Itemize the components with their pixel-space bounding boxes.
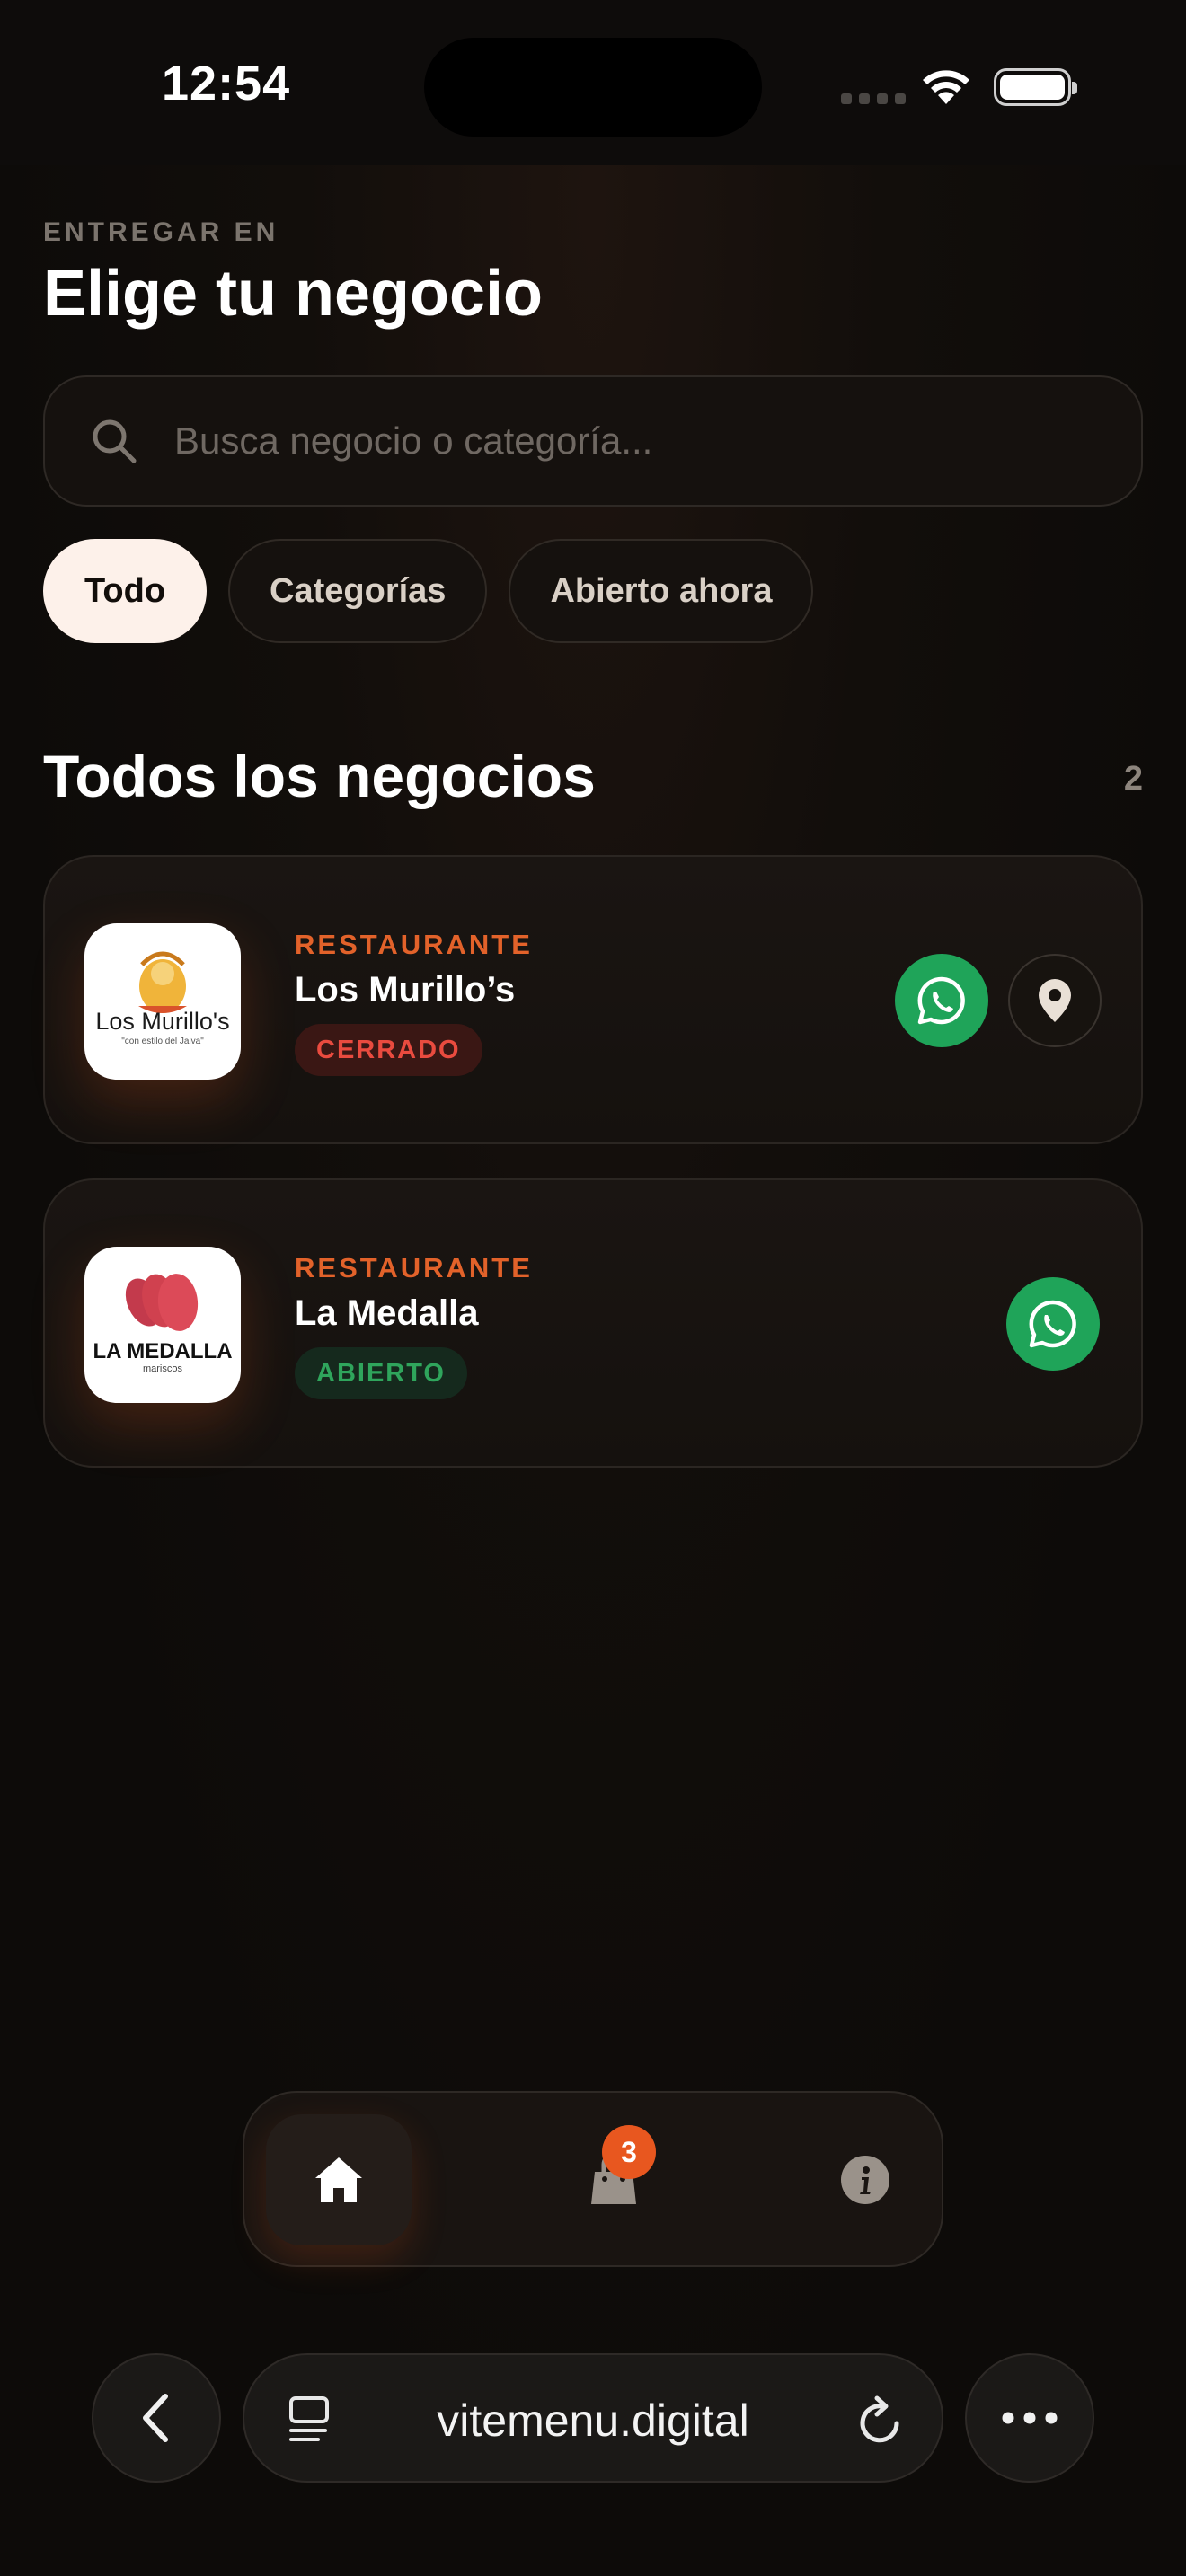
business-card-la-medalla[interactable]: LA MEDALLA mariscos RESTAURANTE La Medal…	[43, 1178, 1143, 1468]
logo-text: LA MEDALLA	[93, 1339, 232, 1363]
page-title: Elige tu negocio	[43, 258, 544, 330]
filter-chip-abierto-ahora[interactable]: Abierto ahora	[509, 539, 814, 643]
business-name: La Medalla	[295, 1293, 479, 1333]
los-murillos-logo-icon: Los Murillo's "con estilo del Jaiva"	[95, 951, 230, 1046]
more-dots-icon	[1002, 2412, 1058, 2424]
section-count: 2	[1123, 760, 1143, 798]
section-title: Todos los negocios	[43, 743, 596, 809]
cellular-signal-icon	[841, 93, 906, 104]
whatsapp-button[interactable]	[895, 954, 988, 1047]
cart-count-badge: 3	[602, 2125, 656, 2179]
search-bar[interactable]	[43, 375, 1143, 507]
status-badge-open: ABIERTO	[295, 1347, 467, 1399]
whatsapp-button[interactable]	[1006, 1277, 1100, 1371]
filter-chips: Todo Categorías Abierto ahora	[43, 539, 814, 643]
logo-text: Los Murillo's	[95, 1008, 229, 1035]
info-icon	[841, 2156, 890, 2204]
browser-back-button[interactable]	[92, 2353, 221, 2483]
logo-subtext: mariscos	[143, 1363, 183, 1374]
wifi-icon	[923, 70, 969, 104]
business-category: RESTAURANTE	[295, 1252, 533, 1284]
status-time: 12:54	[162, 57, 291, 110]
nav-home-button[interactable]	[266, 2114, 412, 2245]
filter-chip-categorias[interactable]: Categorías	[228, 539, 488, 643]
dynamic-island	[424, 38, 762, 137]
business-logo: LA MEDALLA mariscos	[84, 1247, 241, 1403]
whatsapp-icon	[917, 976, 965, 1025]
status-badge-closed: CERRADO	[295, 1024, 482, 1076]
chevron-left-icon	[143, 2394, 168, 2442]
app-screen: 12:54 ENTREGAR EN Elige tu negocio Todo …	[0, 0, 1186, 2576]
logo-subtext: "con estilo del Jaiva"	[121, 1037, 204, 1046]
status-bar: 12:54	[0, 0, 1186, 165]
browser-url-text: vitemenu.digital	[437, 2395, 749, 2446]
browser-more-button[interactable]	[965, 2353, 1094, 2483]
search-input[interactable]	[174, 419, 1073, 463]
search-icon	[93, 419, 137, 463]
business-category: RESTAURANTE	[295, 929, 533, 960]
business-logo: Los Murillo's "con estilo del Jaiva"	[84, 923, 241, 1080]
reload-icon[interactable]	[855, 2393, 906, 2447]
browser-url-bar[interactable]: vitemenu.digital	[243, 2353, 943, 2483]
nav-info-button[interactable]	[792, 2114, 938, 2245]
business-name: Los Murillo’s	[295, 970, 516, 1010]
deliver-label: ENTREGAR EN	[43, 217, 279, 247]
location-button[interactable]	[1008, 954, 1102, 1047]
la-medalla-logo-icon: LA MEDALLA mariscos	[93, 1274, 233, 1374]
home-icon	[315, 2157, 362, 2202]
bottom-nav: 3	[243, 2091, 943, 2267]
battery-icon	[994, 68, 1077, 106]
location-pin-icon	[1039, 979, 1071, 1022]
whatsapp-icon	[1029, 1300, 1076, 1348]
filter-chip-todo[interactable]: Todo	[43, 539, 208, 643]
business-card-los-murillos[interactable]: Los Murillo's "con estilo del Jaiva" RES…	[43, 855, 1143, 1144]
